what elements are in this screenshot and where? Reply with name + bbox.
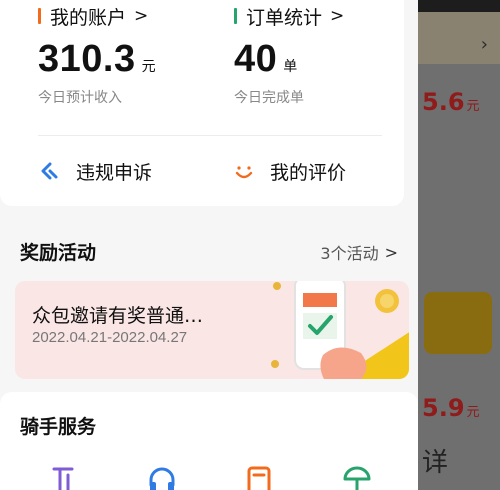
umbrella-icon[interactable] (342, 465, 372, 490)
my-review-button[interactable]: 我的评价 (234, 158, 346, 185)
account-value: 310.3 元 (38, 38, 157, 80)
chevron-right-icon: › (480, 34, 488, 55)
appeal-button[interactable]: 违规申诉 (40, 158, 152, 185)
accent-bar (234, 8, 237, 24)
stats-card: 我的账户 > 310.3 元 今日预计收入 订单统计 > 40 单 今日完成单 违规… (0, 0, 404, 206)
orders-title: 订单统计 (246, 6, 323, 29)
orders-value: 40 单 (234, 38, 298, 80)
account-title: 我的账户 (50, 6, 127, 29)
rewards-title: 奖励活动 (20, 242, 97, 264)
rewards-more-link[interactable]: 3个活动 > (320, 240, 398, 264)
phone-hand-illustration (271, 281, 409, 379)
status-strip (418, 0, 500, 12)
backdrop-amount: 5.9 元 (422, 394, 480, 422)
rewards-count: 3个活动 (320, 244, 379, 263)
account-stat[interactable]: 我的账户 > 310.3 元 今日预计收入 (38, 0, 156, 107)
divider (38, 135, 382, 136)
backdrop-glyph: 详 (422, 448, 449, 478)
backdrop-button (424, 292, 492, 354)
appeal-label: 违规申诉 (76, 162, 153, 184)
side-drawer: 我的账户 > 310.3 元 今日预计收入 订单统计 > 40 单 今日完成单 违规… (0, 0, 418, 490)
orders-subtitle: 今日完成单 (234, 90, 304, 106)
chevron-right-icon: > (384, 242, 398, 262)
document-icon[interactable] (246, 465, 272, 490)
backdrop-amount: 5.6 元 (422, 88, 480, 116)
appeal-icon (41, 162, 58, 179)
accent-bar (38, 8, 41, 24)
headset-icon[interactable] (147, 465, 177, 490)
account-subtitle: 今日预计收入 (38, 90, 122, 106)
music-icon[interactable] (50, 465, 78, 490)
review-label: 我的评价 (270, 162, 347, 184)
smile-icon (235, 165, 253, 178)
orders-stat[interactable]: 订单统计 > 40 单 今日完成单 (234, 0, 344, 107)
backdrop-notice-bar: › (418, 12, 500, 64)
dimmed-backdrop[interactable]: › 5.6 元 5.9 元 详 (418, 0, 500, 490)
banner-date-range: 2022.04.21-2022.04.27 (32, 329, 188, 346)
banner-title: 众包邀请有奖普通… (32, 305, 204, 327)
chevron-right-icon: > (134, 6, 149, 26)
chevron-right-icon: > (330, 6, 345, 26)
reward-banner[interactable]: 众包邀请有奖普通… 2022.04.21-2022.04.27 (15, 281, 409, 379)
rider-services-title: 骑手服务 (20, 416, 97, 438)
